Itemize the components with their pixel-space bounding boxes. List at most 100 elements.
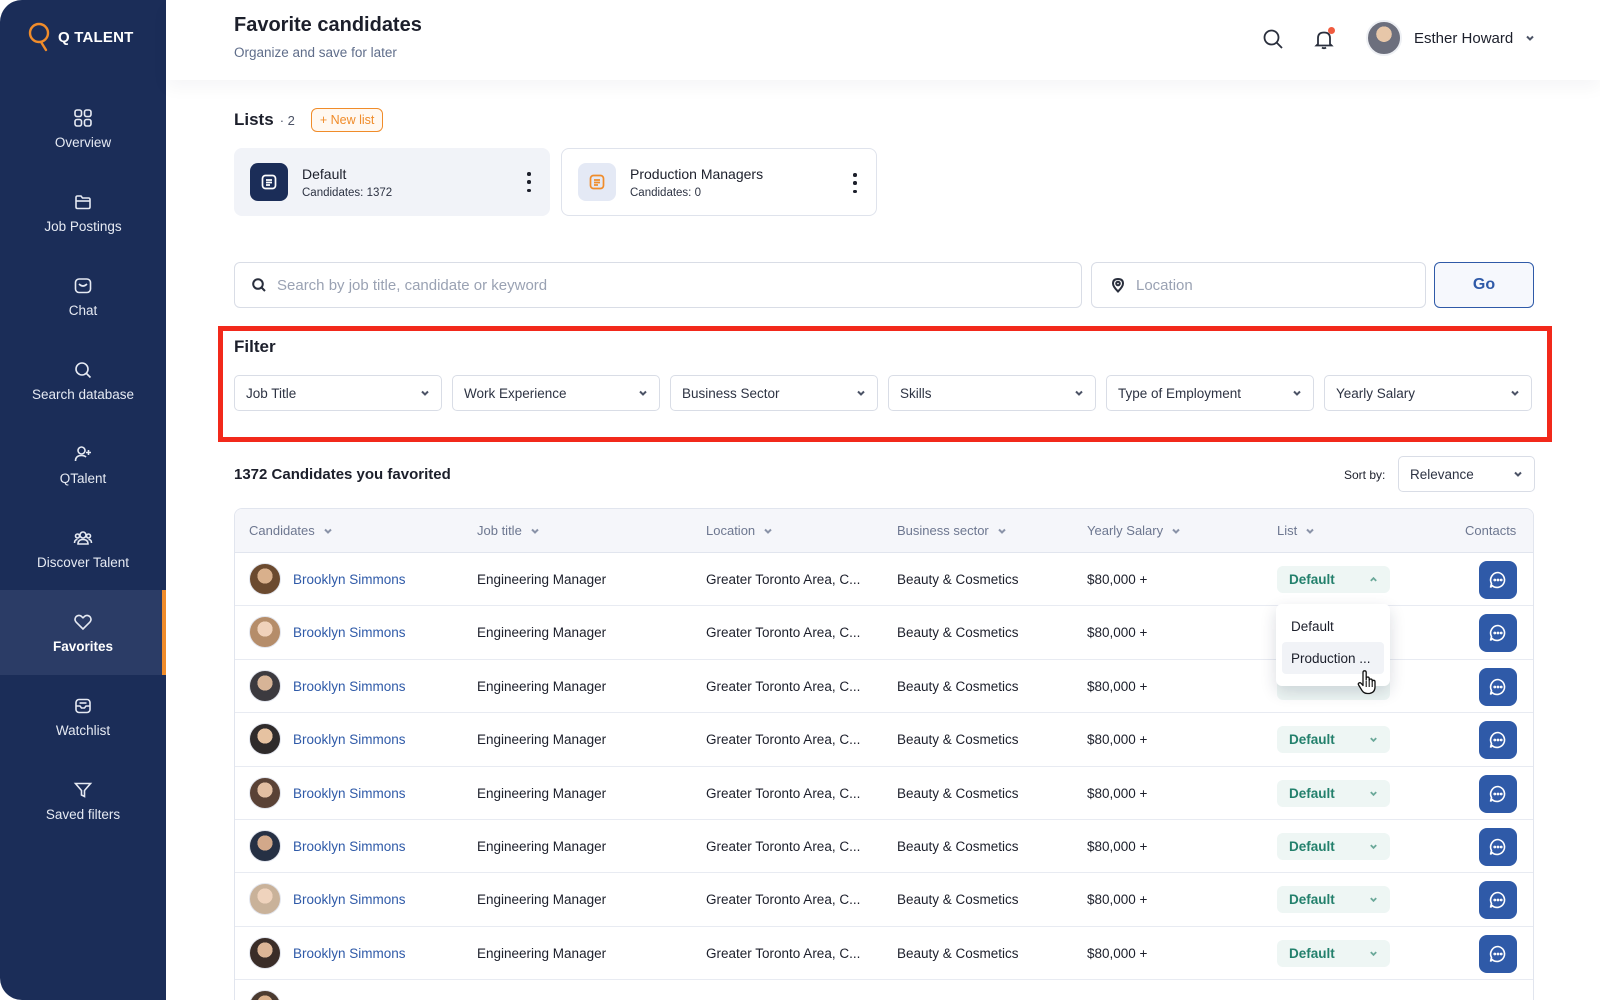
location-cell: Greater Toronto Area, C... [706, 892, 861, 908]
sidebar-item-saved-filters[interactable]: Saved filters [0, 758, 166, 843]
list-select[interactable]: Default [1277, 726, 1390, 754]
job-title-cell: Engineering Manager [477, 572, 607, 587]
brand-name: Q TALENT [58, 28, 134, 46]
list-select-open[interactable]: Default [1277, 566, 1390, 593]
filter-label: Skills [900, 385, 932, 401]
brand-logo[interactable]: Q TALENT [28, 22, 133, 52]
list-icon [578, 163, 616, 201]
candidate-name-link[interactable]: Brooklyn Simmons [293, 572, 406, 587]
list-card-default[interactable]: Default Candidates: 1372 [234, 148, 550, 216]
column-header-business-sector[interactable]: Business sector [897, 523, 1007, 538]
contact-chat-button[interactable] [1479, 561, 1517, 599]
job-title-cell: Engineering Manager [477, 945, 607, 961]
list-select[interactable]: Default [1277, 939, 1390, 967]
contact-chat-button[interactable] [1479, 934, 1517, 973]
column-header-yearly-salary[interactable]: Yearly Salary [1087, 523, 1181, 538]
location-input[interactable] [1136, 276, 1407, 294]
sidebar-item-label: Job Postings [44, 218, 122, 234]
salary-cell: $80,000 + [1087, 838, 1148, 854]
contact-chat-button[interactable] [1479, 827, 1517, 866]
candidate-name-link[interactable]: Brooklyn Simmons [293, 839, 406, 854]
chat-bubble-icon [1489, 838, 1506, 856]
column-header-job-title[interactable]: Job title [477, 523, 540, 538]
list-option-default[interactable]: Default [1282, 610, 1384, 642]
job-title-cell: Engineering Manager [477, 838, 607, 854]
sidebar-item-job-postings[interactable]: Job Postings [0, 170, 166, 255]
sidebar-item-qtalent[interactable]: QTalent [0, 422, 166, 507]
sidebar-item-label: QTalent [59, 470, 107, 486]
header-search-button[interactable] [1260, 26, 1286, 52]
chevron-down-icon [1514, 471, 1522, 477]
contact-chat-button[interactable] [1479, 667, 1517, 706]
job-title-cell: Engineering Manager [477, 625, 607, 641]
candidate-name-link[interactable]: Brooklyn Simmons [293, 946, 406, 961]
list-select[interactable]: Default [1277, 779, 1390, 807]
candidate-name-link[interactable]: Brooklyn Simmons [293, 892, 406, 907]
list-select[interactable]: Default [1277, 832, 1390, 860]
candidate-name-link[interactable]: Brooklyn Simmons [293, 679, 406, 694]
search-input[interactable] [277, 276, 1065, 294]
contact-chat-button[interactable] [1479, 774, 1517, 813]
avatar [249, 616, 281, 649]
avatar [1366, 20, 1402, 56]
sidebar-item-label: Saved filters [45, 806, 121, 822]
sidebar-item-watchlist[interactable]: Watchlist [0, 674, 166, 759]
chevron-down-icon [421, 390, 429, 396]
candidate-name-link[interactable]: Brooklyn Simmons [293, 625, 406, 640]
chevron-down-icon [324, 528, 332, 534]
list-options-button[interactable] [526, 172, 532, 192]
avatar [249, 936, 281, 969]
sidebar-item-overview[interactable]: Overview [0, 86, 166, 171]
contact-chat-button[interactable] [1479, 881, 1517, 920]
notifications-button[interactable] [1311, 26, 1337, 52]
candidate-name-link[interactable]: Brooklyn Simmons [293, 786, 406, 801]
chat-bubble-icon [1489, 892, 1506, 909]
lists-header: Lists · 2 + New list [234, 108, 384, 132]
chevron-down-icon [1370, 951, 1377, 956]
chevron-down-icon [1293, 390, 1301, 396]
filter-work-experience[interactable]: Work Experience [452, 375, 660, 411]
column-header-candidates[interactable]: Candidates [249, 523, 333, 538]
go-button[interactable]: Go [1434, 262, 1534, 308]
document-icon [589, 174, 605, 190]
chevron-down-icon [1370, 791, 1377, 796]
list-select[interactable]: Default [1277, 886, 1390, 914]
contact-chat-button[interactable] [1479, 614, 1517, 653]
filter-business-sector[interactable]: Business Sector [670, 375, 878, 411]
table-row: Brooklyn Simmons Engineering Manager Gre… [235, 713, 1533, 767]
job-title-cell: Engineering Manager [477, 678, 607, 694]
sort-dropdown[interactable]: Relevance [1398, 456, 1535, 492]
salary-cell: $80,000 + [1087, 678, 1148, 694]
search-bar [234, 262, 1082, 308]
salary-cell: $80,000 + [1087, 732, 1148, 748]
location-cell: Greater Toronto Area, C... [706, 572, 861, 587]
document-icon [261, 174, 277, 190]
filter-skills[interactable]: Skills [888, 375, 1096, 411]
candidates-table: Candidates Job title Location Business s… [234, 508, 1534, 1000]
filter-type-of-employment[interactable]: Type of Employment [1106, 375, 1314, 411]
user-menu[interactable]: Esther Howard [1366, 20, 1535, 56]
chevron-down-icon [857, 390, 865, 396]
sidebar-item-label: Overview [54, 134, 112, 150]
sidebar-item-discover-talent[interactable]: Discover Talent [0, 506, 166, 591]
filter-yearly-salary[interactable]: Yearly Salary [1324, 375, 1532, 411]
list-options-button[interactable] [852, 173, 858, 193]
candidate-name-link[interactable]: Brooklyn Simmons [293, 732, 406, 747]
chat-bubble-icon [1489, 625, 1506, 642]
filter-icon [73, 782, 93, 798]
sidebar-item-search-database[interactable]: Search database [0, 338, 166, 423]
sector-cell: Beauty & Cosmetics [897, 945, 1019, 961]
sidebar-item-favorites[interactable]: Favorites [0, 590, 166, 675]
column-header-location[interactable]: Location [706, 523, 773, 538]
chevron-down-icon [639, 390, 647, 396]
new-list-button[interactable]: + New list [310, 108, 384, 132]
contact-chat-button[interactable] [1479, 721, 1517, 760]
chat-icon [74, 277, 92, 293]
column-header-list[interactable]: List [1277, 523, 1315, 538]
sidebar-item-chat[interactable]: Chat [0, 254, 166, 339]
filter-job-title[interactable]: Job Title [234, 375, 442, 411]
list-card-production-managers[interactable]: Production Managers Candidates: 0 [561, 148, 877, 216]
chevron-down-icon [1370, 737, 1377, 743]
heart-icon [74, 614, 92, 630]
table-row: Brooklyn Simmons Engineering Manager Gre… [235, 767, 1533, 820]
